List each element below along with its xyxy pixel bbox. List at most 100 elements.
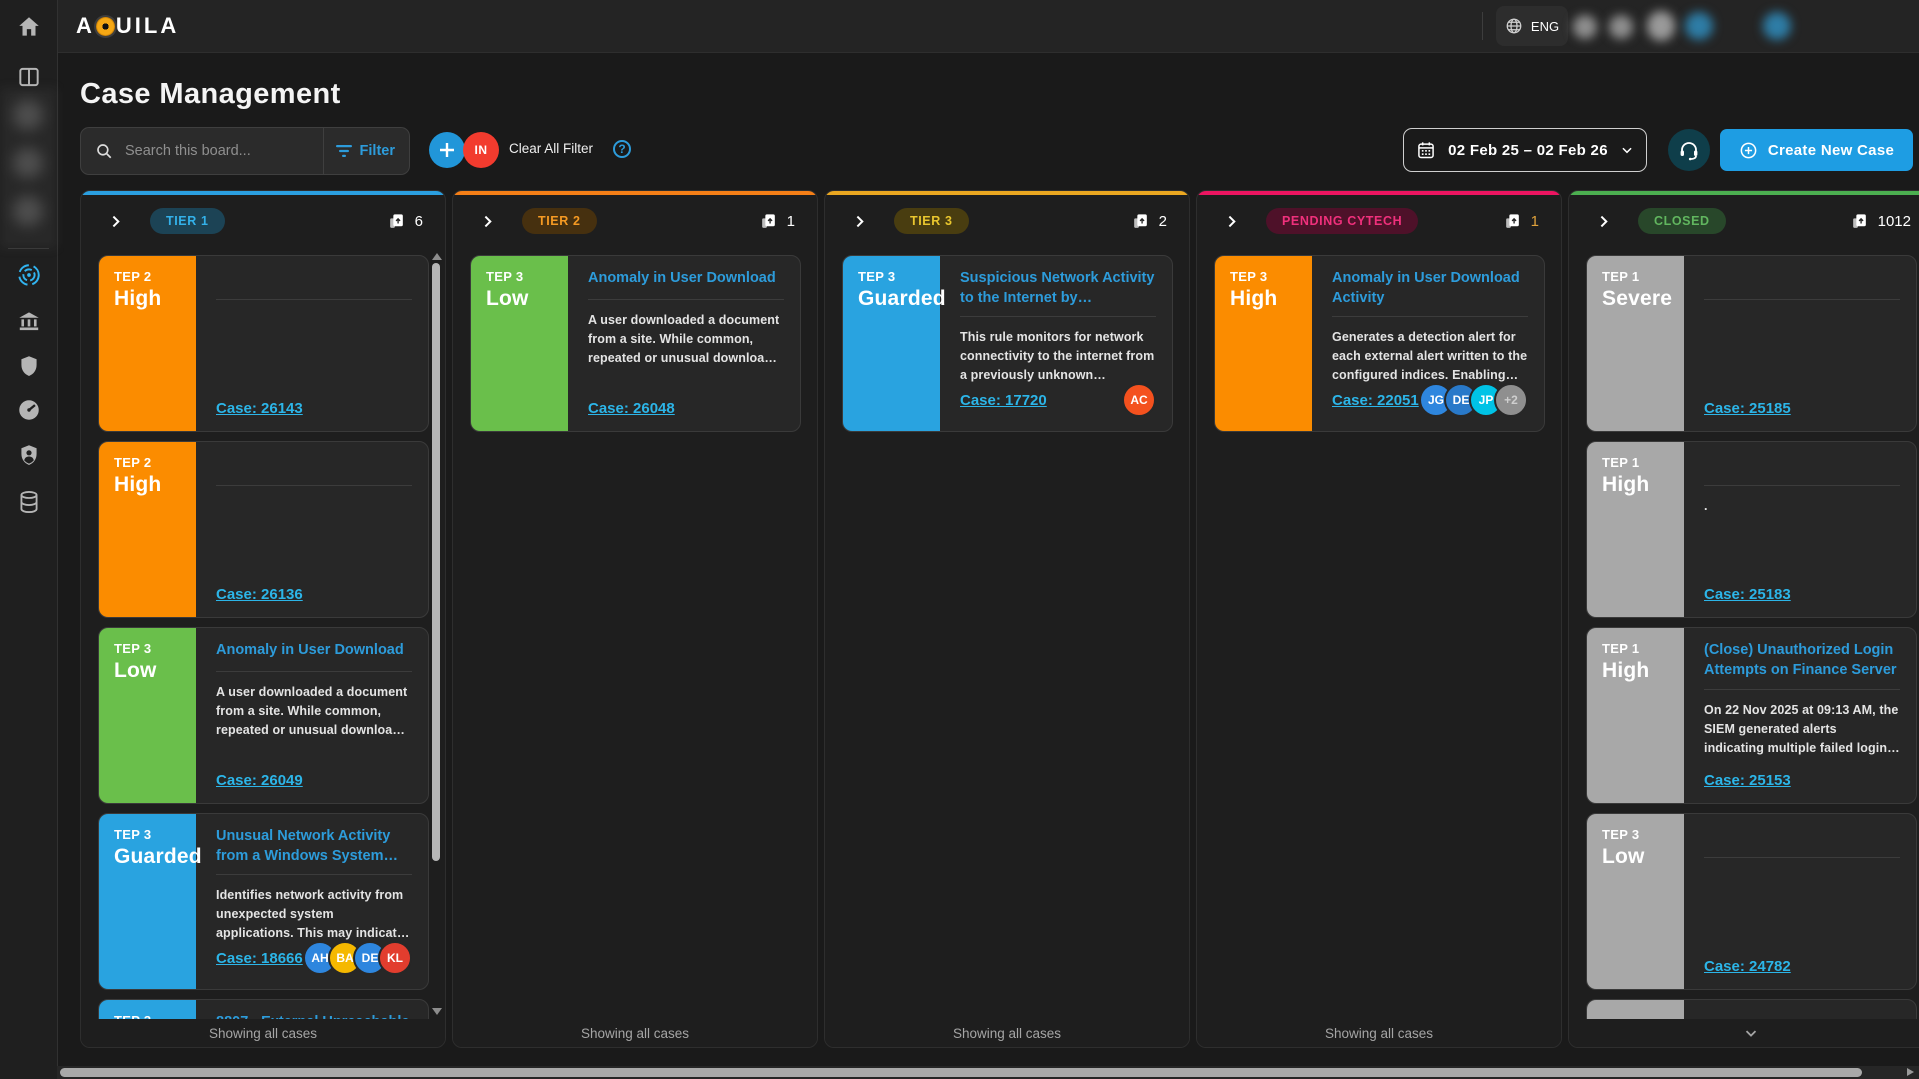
scroll-right-arrow[interactable] [1907, 1068, 1914, 1076]
case-title-link[interactable]: Anomaly in User Download Activity [1332, 268, 1528, 307]
blurred-icon[interactable] [1685, 12, 1713, 40]
scroll-up-arrow[interactable] [432, 253, 442, 260]
chevron-right-icon[interactable] [851, 213, 868, 230]
case-title-link[interactable] [216, 268, 412, 290]
card-body: Suspicious Network Activity to the Inter… [940, 256, 1172, 431]
case-link[interactable]: Case: 26048 [588, 400, 675, 417]
case-link[interactable]: Case: 22051 [1332, 392, 1419, 409]
case-link[interactable]: Case: 26143 [216, 400, 303, 417]
case-title-link[interactable]: 8807 - External Unreachable to... [216, 1012, 412, 1019]
case-link[interactable]: Case: 26136 [216, 586, 303, 603]
case-title-link[interactable]: (Close) Unauthorized Login Attempts on F… [1704, 640, 1900, 680]
load-more-chevron-down-icon[interactable] [1742, 1024, 1760, 1042]
radar-icon[interactable] [16, 262, 42, 288]
clear-all-filter-button[interactable]: Clear All Filter [509, 141, 593, 156]
help-icon[interactable]: ? [613, 140, 631, 158]
vertical-scrollbar[interactable] [430, 253, 442, 1015]
column-status-pill: TIER 3 [894, 208, 969, 234]
filter-button[interactable]: Filter [323, 128, 409, 174]
scrollbar-thumb[interactable] [60, 1068, 1862, 1077]
scroll-down-arrow[interactable] [432, 1008, 442, 1015]
chevron-right-icon[interactable] [1595, 213, 1612, 230]
home-icon[interactable] [16, 14, 42, 40]
case-title-link[interactable]: Suspicious Network Activity to the Inter… [960, 268, 1156, 307]
id-badge-icon[interactable] [16, 442, 42, 468]
case-title-link[interactable]: Anomaly in User Download [588, 268, 784, 290]
avatar-overflow: +2 [1494, 383, 1528, 417]
card-body: Case: 24782 [1684, 814, 1916, 989]
avatar: KL [378, 941, 412, 975]
column-status-pill: PENDING CYTECH [1266, 208, 1418, 234]
blurred-icon[interactable] [1647, 11, 1675, 41]
column-footer: Showing all cases [825, 1019, 1189, 1047]
case-link[interactable]: Case: 17720 [960, 392, 1047, 409]
chevron-right-icon[interactable] [1223, 213, 1240, 230]
add-filter-button[interactable] [429, 132, 465, 168]
severity-panel: TEP 2 High [99, 256, 196, 431]
app-logo: AUILA [76, 13, 179, 39]
case-card[interactable]: TEP 1 High (Close) Unauthorized Login At… [1586, 627, 1917, 804]
card-body: Anomaly in User Download Activity Genera… [1312, 256, 1544, 431]
case-card[interactable]: TEP 3 Low Case: 24782 [1586, 813, 1917, 990]
case-card[interactable]: TEP 2 High Case: 26136 [98, 441, 429, 618]
globe-icon [1505, 17, 1523, 35]
support-button[interactable] [1668, 129, 1710, 171]
shield-icon[interactable] [16, 353, 42, 379]
column-count-value: 1012 [1878, 213, 1911, 230]
case-card[interactable]: TEP 3 Guarded Suspicious Network Activit… [842, 255, 1173, 432]
card-body: . Case: 25183 [1684, 442, 1916, 617]
case-card[interactable]: TEP 3 Low Anomaly in User Download A use… [470, 255, 801, 432]
case-link[interactable]: Case: 26049 [216, 772, 303, 789]
blurred-icon[interactable] [1609, 15, 1633, 39]
case-link[interactable]: Case: 25153 [1704, 772, 1791, 789]
case-link[interactable]: Case: 24782 [1704, 958, 1791, 975]
column-footer: Showing all cases [453, 1019, 817, 1047]
column-cards: TEP 2 High Case: 26143 TEP 2 High [81, 251, 445, 1019]
case-card[interactable]: TEP 1 High . Case: 25183 [1586, 441, 1917, 618]
case-link[interactable]: Case: 25183 [1704, 586, 1791, 603]
chevron-right-icon[interactable] [479, 213, 496, 230]
gauge-icon[interactable] [16, 397, 42, 423]
in-filter-badge[interactable]: IN [463, 132, 499, 168]
case-card-partial[interactable]: TEP 3 8807 - External Unreachable to... [98, 999, 429, 1019]
case-title-link[interactable]: … [1704, 1012, 1900, 1019]
blurred-icon[interactable] [1573, 15, 1597, 39]
case-card-partial[interactable]: … [1586, 999, 1917, 1019]
case-card[interactable]: TEP 3 Guarded Unusual Network Activity f… [98, 813, 429, 990]
cases-count-icon [1131, 212, 1150, 231]
kanban-board-icon[interactable] [16, 64, 42, 90]
logo-text-prefix: A [76, 13, 95, 39]
case-link[interactable]: Case: 25185 [1704, 400, 1791, 417]
case-title-link[interactable] [216, 454, 412, 476]
avatar: AC [1122, 383, 1156, 417]
bank-icon[interactable] [16, 308, 42, 334]
top-bar: AUILA ENG [0, 0, 1919, 53]
kanban-board: TIER 1 6 TEP 2 High Case: 2614 [80, 190, 1919, 1048]
case-title-link[interactable] [1704, 454, 1900, 476]
date-range-selector[interactable]: 02 Feb 25 – 02 Feb 26 [1403, 128, 1647, 172]
search-box: Filter [80, 127, 410, 175]
case-card[interactable]: TEP 3 High Anomaly in User Download Acti… [1214, 255, 1545, 432]
case-title-link[interactable]: Unusual Network Activity from a Windows … [216, 826, 412, 865]
severity-panel: TEP 1 High [1587, 628, 1684, 803]
case-title-link[interactable] [1704, 826, 1900, 848]
case-title-link[interactable]: Anomaly in User Download [216, 640, 412, 662]
column-count-value: 6 [415, 213, 423, 230]
case-card[interactable]: TEP 2 High Case: 26143 [98, 255, 429, 432]
main-content: Case Management Filter IN Clear All Filt… [57, 52, 1919, 1079]
case-title-link[interactable] [1704, 268, 1900, 290]
case-card[interactable]: TEP 1 Severe Case: 25185 [1586, 255, 1917, 432]
database-icon[interactable] [16, 489, 42, 515]
create-new-case-button[interactable]: Create New Case [1720, 129, 1913, 171]
scrollbar-thumb[interactable] [432, 263, 440, 861]
tep-label: TEP 3 [114, 641, 190, 656]
search-input[interactable] [123, 142, 323, 160]
language-selector[interactable]: ENG [1496, 6, 1568, 46]
divider [588, 299, 784, 300]
chevron-right-icon[interactable] [107, 213, 124, 230]
divider [1332, 316, 1528, 317]
case-link[interactable]: Case: 18666 [216, 950, 303, 967]
blurred-icon[interactable] [1763, 12, 1791, 40]
case-card[interactable]: TEP 3 Low Anomaly in User Download A use… [98, 627, 429, 804]
horizontal-scrollbar[interactable] [57, 1066, 1919, 1079]
